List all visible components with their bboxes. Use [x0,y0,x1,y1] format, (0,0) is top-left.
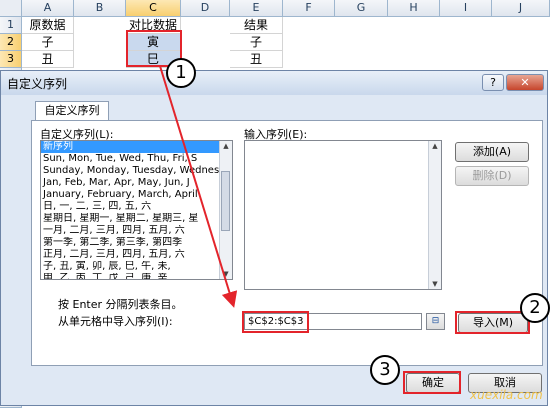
watermark: xuexila.com [470,388,543,402]
annotation-arrow [159,65,238,308]
callout-3: 3 [370,355,400,385]
callout-2: 2 [520,293,550,323]
callout-1: 1 [166,58,196,88]
